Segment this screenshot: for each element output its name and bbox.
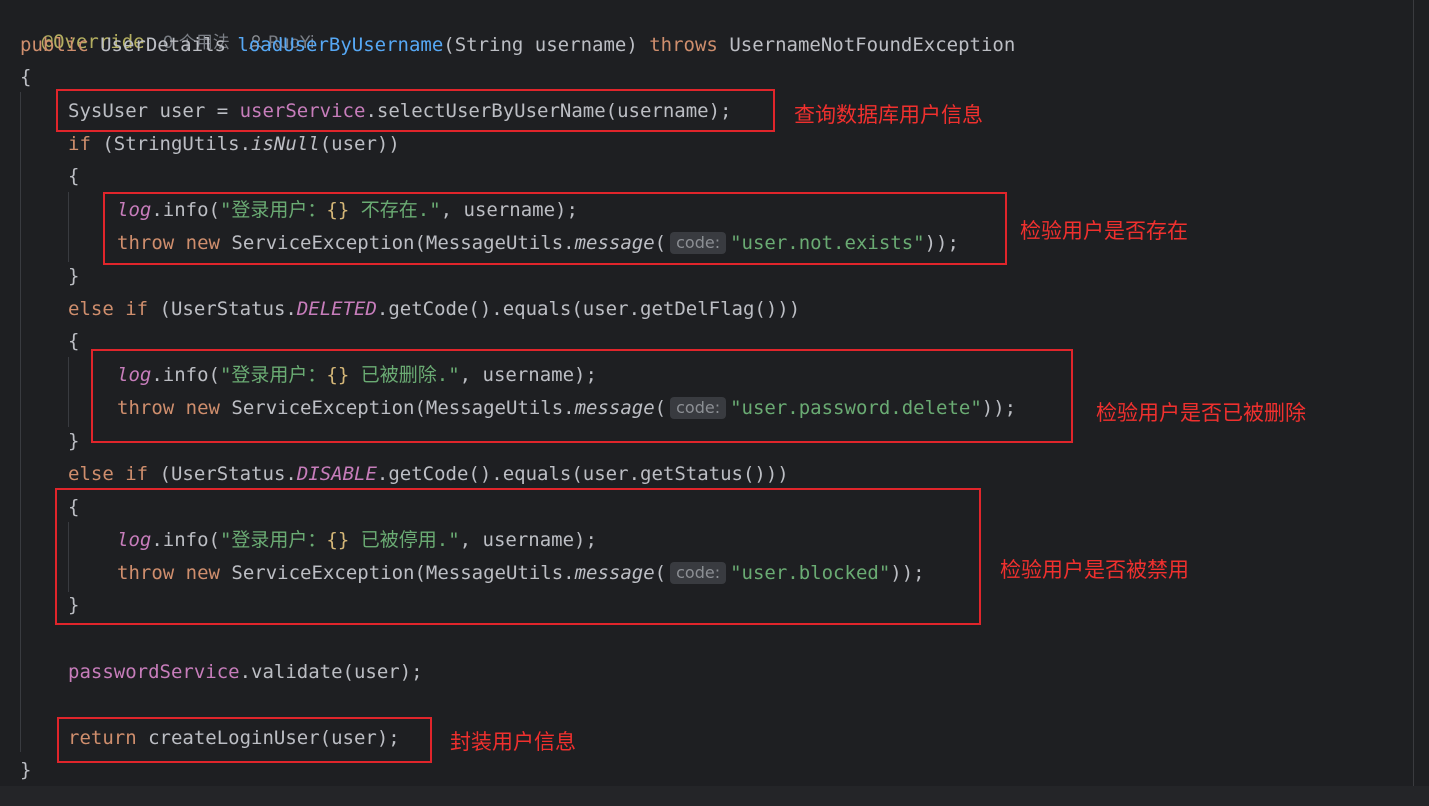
open-brace: {: [68, 165, 80, 187]
code-token: .getCode().equals(user.getStatus())): [376, 463, 789, 485]
code-vision-line: @Override 0 个用法 RuoYi: [20, 0, 315, 53]
method-open-brace: {: [20, 66, 32, 88]
keyword-else: else: [68, 463, 114, 485]
return-type: UserDetails: [100, 34, 226, 56]
keyword-if: if: [125, 298, 149, 320]
note-check-exists: 检验用户是否存在: [1020, 219, 1188, 243]
static-method: isNull: [251, 133, 320, 155]
method-params: (String username): [443, 34, 638, 56]
highlight-box-return: [57, 717, 432, 763]
exception-type: UsernameNotFoundException: [729, 34, 1016, 56]
note-check-deleted: 检验用户是否已被删除: [1096, 401, 1306, 425]
code-editor[interactable]: @Override 0 个用法 RuoYi public UserDetails l…: [0, 0, 1429, 806]
close-brace: }: [68, 430, 80, 452]
close-brace: }: [68, 265, 80, 287]
note-query-db: 查询数据库用户信息: [794, 103, 983, 127]
enum-constant: DELETED: [296, 298, 377, 320]
indent-guide: [68, 357, 69, 427]
method-signature: public UserDetails loadUserByUsername(St…: [20, 31, 1015, 59]
field-password-service: passwordService: [68, 661, 240, 683]
code-line-elseif-deleted: else if (UserStatus.DELETED.getCode().eq…: [68, 295, 800, 323]
note-check-disabled: 检验用户是否被禁用: [1000, 558, 1189, 582]
open-brace: {: [68, 330, 80, 352]
method-name[interactable]: loadUserByUsername: [237, 34, 443, 56]
code-line-validate: passwordService.validate(user);: [68, 658, 423, 686]
keyword-public: public: [20, 34, 89, 56]
editor-bottom-strip: [0, 786, 1429, 806]
highlight-box-disabled: [55, 488, 981, 625]
code-line-elseif-disable: else if (UserStatus.DISABLE.getCode().eq…: [68, 460, 789, 488]
code-token: .getCode().equals(user.getDelFlag())): [376, 298, 801, 320]
highlight-box-query: [56, 89, 775, 132]
right-margin-guide: [1413, 0, 1414, 806]
keyword-else: else: [68, 298, 114, 320]
code-line-if-null: if (StringUtils.isNull(user)): [68, 130, 400, 158]
indent-guide: [68, 192, 69, 262]
method-close-brace: }: [20, 759, 32, 781]
note-wrap-user: 封装用户信息: [450, 730, 576, 754]
code-token: (StringUtils.: [90, 133, 252, 155]
code-token: (UserStatus.: [148, 298, 297, 320]
code-token: (user)): [319, 133, 400, 155]
indent-guide: [20, 92, 21, 752]
enum-constant: DISABLE: [296, 463, 377, 485]
highlight-box-exists: [103, 192, 1007, 265]
highlight-box-deleted: [91, 349, 1073, 443]
keyword-throws: throws: [649, 34, 718, 56]
code-token: .validate(user);: [239, 661, 423, 683]
code-token: (UserStatus.: [148, 463, 297, 485]
keyword-if: if: [68, 133, 91, 155]
keyword-if: if: [125, 463, 149, 485]
